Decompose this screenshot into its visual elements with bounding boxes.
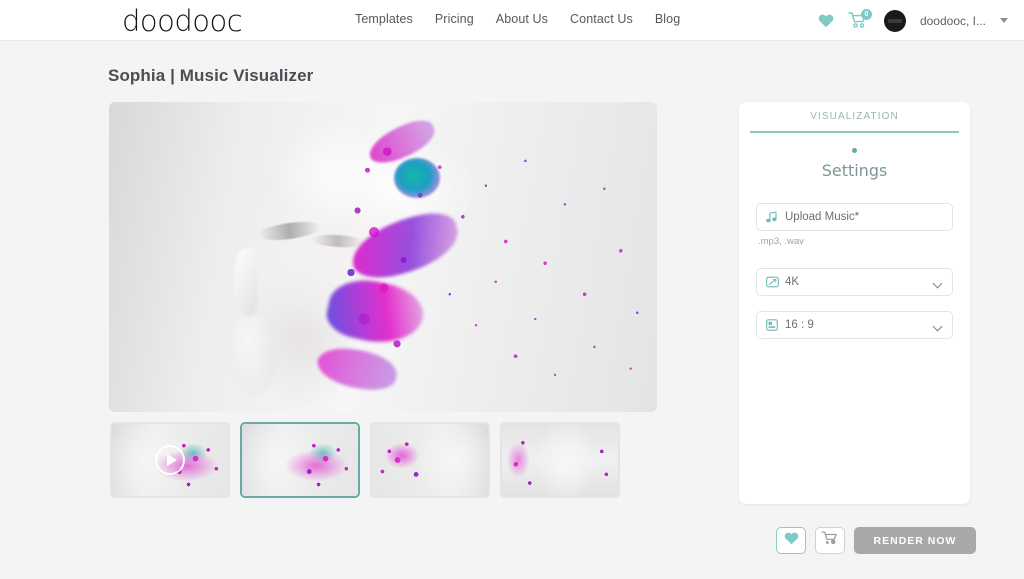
play-icon[interactable] (155, 445, 185, 475)
visualization-artwork (109, 102, 657, 412)
thumbnail-4-image (502, 424, 618, 496)
heart-icon (784, 532, 799, 550)
thumbnail-2[interactable] (240, 422, 360, 498)
favorite-button[interactable] (776, 527, 806, 554)
chevron-down-icon[interactable] (933, 279, 943, 289)
resolution-value: 4K (785, 276, 799, 288)
settings-panel: VISUALIZATION Settings Upload Music* .mp… (739, 102, 970, 504)
heart-icon[interactable] (818, 14, 834, 28)
chevron-down-icon[interactable] (1000, 18, 1008, 23)
tab-visualization[interactable]: VISUALIZATION (750, 111, 959, 131)
cart-add-icon (821, 530, 839, 551)
nav-item-pricing[interactable]: Pricing (435, 12, 474, 26)
aspect-ratio-select[interactable]: 16 : 9 (756, 311, 953, 339)
aspect-ratio-icon (766, 319, 780, 331)
aspect-ratio-value: 16 : 9 (785, 319, 814, 331)
upload-music-label: Upload Music* (785, 211, 859, 223)
thumbnail-1[interactable] (110, 422, 230, 498)
user-name-label[interactable]: doodooc, I... (920, 14, 986, 28)
thumbnail-strip (110, 422, 620, 498)
avatar[interactable] (884, 10, 906, 32)
thumbnail-2-image (242, 424, 358, 496)
site-header: doodooc Templates Pricing About Us Conta… (0, 0, 1024, 41)
step-indicator-dot (852, 148, 857, 153)
thumbnail-3-image (372, 424, 488, 496)
page-title: Sophia | Music Visualizer (108, 66, 313, 86)
cart-badge-count: 0 (861, 9, 872, 20)
cart-icon[interactable]: 0 (848, 11, 870, 31)
brand-logo[interactable]: doodooc (122, 4, 242, 38)
nav-item-about-us[interactable]: About Us (496, 12, 548, 26)
resolution-select[interactable]: 4K (756, 268, 953, 296)
main-navigation: Templates Pricing About Us Contact Us Bl… (355, 12, 680, 26)
render-now-button[interactable]: RENDER NOW (854, 527, 976, 554)
action-bar: RENDER NOW (776, 527, 976, 554)
preview-viewer[interactable] (109, 102, 657, 412)
header-actions: 0 doodooc, I... (818, 0, 1008, 41)
face-jaw (229, 316, 277, 397)
nav-item-contact-us[interactable]: Contact Us (570, 12, 633, 26)
music-note-icon (766, 211, 780, 223)
chevron-down-icon[interactable] (933, 322, 943, 332)
nav-item-blog[interactable]: Blog (655, 12, 680, 26)
nav-item-templates[interactable]: Templates (355, 12, 413, 26)
add-to-cart-button[interactable] (815, 527, 845, 554)
panel-tabbar: VISUALIZATION (750, 102, 959, 133)
resolution-icon (766, 276, 780, 288)
thumbnail-3[interactable] (370, 422, 490, 498)
upload-music-field[interactable]: Upload Music* (756, 203, 953, 231)
settings-heading: Settings (739, 161, 970, 180)
thumbnail-4[interactable] (500, 422, 620, 498)
upload-music-hint: .mp3, .wav (758, 236, 970, 247)
face-nose (234, 248, 258, 316)
cyan-blob (394, 158, 440, 198)
